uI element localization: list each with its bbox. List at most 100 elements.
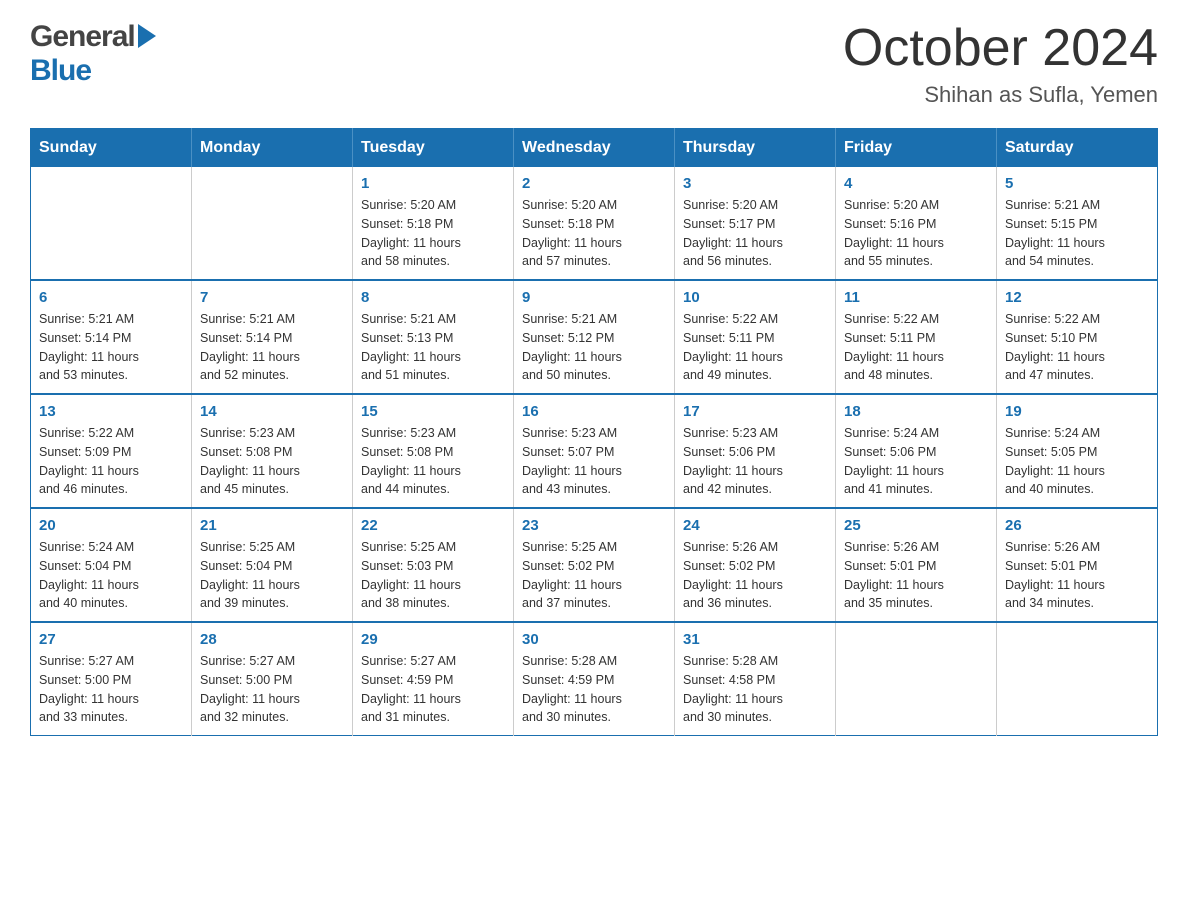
calendar-cell: 9Sunrise: 5:21 AM Sunset: 5:12 PM Daylig…: [514, 280, 675, 394]
day-of-week-header: Tuesday: [353, 129, 514, 168]
day-info: Sunrise: 5:26 AM Sunset: 5:01 PM Dayligh…: [1005, 538, 1149, 613]
calendar-cell: 21Sunrise: 5:25 AM Sunset: 5:04 PM Dayli…: [192, 508, 353, 622]
day-number: 17: [683, 403, 827, 420]
day-info: Sunrise: 5:28 AM Sunset: 4:58 PM Dayligh…: [683, 652, 827, 727]
calendar-cell: 16 Sunrise: 5:23 AM Sunset: 5:07 PM Dayli…: [514, 394, 675, 508]
day-number: 20: [39, 517, 183, 534]
calendar-week-row: 20 Sunrise: 5:24 AM Sunset: 5:04 PM Dayli…: [31, 508, 1158, 622]
day-of-week-header: Friday: [836, 129, 997, 168]
day-number: 22: [361, 517, 505, 534]
day-info: Sunrise: 5:28 AM Sunset: 4:59 PM Dayligh…: [522, 652, 666, 727]
day-number: 25: [844, 517, 988, 534]
calendar-cell: 29 Sunrise: 5:27 AM Sunset: 4:59 PM Dayli…: [353, 622, 514, 736]
day-number: 8: [361, 289, 505, 306]
calendar-header-row: SundayMondayTuesdayWednesdayThursdayFrid…: [31, 129, 1158, 168]
day-info: Sunrise: 5:25 AM Sunset: 5:03 PM Dayligh…: [361, 538, 505, 613]
calendar-cell: 2Sunrise: 5:20 AM Sunset: 5:18 PM Daylig…: [514, 167, 675, 280]
day-number: 11: [844, 289, 988, 306]
calendar-cell: 22 Sunrise: 5:25 AM Sunset: 5:03 PM Dayli…: [353, 508, 514, 622]
calendar-week-row: 13Sunrise: 5:22 AM Sunset: 5:09 PM Dayli…: [31, 394, 1158, 508]
day-number: 3: [683, 175, 827, 192]
day-info: Sunrise: 5:26 AM Sunset: 5:02 PM Dayligh…: [683, 538, 827, 613]
day-number: 12: [1005, 289, 1149, 306]
logo: General Blue: [30, 20, 156, 88]
calendar-cell: 17 Sunrise: 5:23 AM Sunset: 5:06 PM Dayli…: [675, 394, 836, 508]
day-number: 16: [522, 403, 666, 420]
day-info: Sunrise: 5:21 AM Sunset: 5:12 PM Dayligh…: [522, 310, 666, 385]
day-info: Sunrise: 5:20 AM Sunset: 5:18 PM Dayligh…: [361, 196, 505, 271]
location-title: Shihan as Sufla, Yemen: [843, 82, 1158, 108]
day-number: 15: [361, 403, 505, 420]
calendar-cell: 25 Sunrise: 5:26 AM Sunset: 5:01 PM Dayli…: [836, 508, 997, 622]
calendar-cell: 4 Sunrise: 5:20 AM Sunset: 5:16 PM Daylig…: [836, 167, 997, 280]
day-number: 18: [844, 403, 988, 420]
title-section: October 2024 Shihan as Sufla, Yemen: [843, 20, 1158, 108]
day-info: Sunrise: 5:22 AM Sunset: 5:10 PM Dayligh…: [1005, 310, 1149, 385]
day-info: Sunrise: 5:27 AM Sunset: 5:00 PM Dayligh…: [39, 652, 183, 727]
calendar-cell: [31, 167, 192, 280]
calendar-cell: 14Sunrise: 5:23 AM Sunset: 5:08 PM Dayli…: [192, 394, 353, 508]
day-info: Sunrise: 5:22 AM Sunset: 5:09 PM Dayligh…: [39, 424, 183, 499]
calendar-cell: 8 Sunrise: 5:21 AM Sunset: 5:13 PM Daylig…: [353, 280, 514, 394]
calendar-cell: 13Sunrise: 5:22 AM Sunset: 5:09 PM Dayli…: [31, 394, 192, 508]
calendar-cell: 1 Sunrise: 5:20 AM Sunset: 5:18 PM Daylig…: [353, 167, 514, 280]
day-info: Sunrise: 5:23 AM Sunset: 5:06 PM Dayligh…: [683, 424, 827, 499]
day-info: Sunrise: 5:24 AM Sunset: 5:04 PM Dayligh…: [39, 538, 183, 613]
page-header: General Blue October 2024 Shihan as Sufl…: [30, 20, 1158, 108]
calendar-cell: [997, 622, 1158, 736]
calendar-cell: 15 Sunrise: 5:23 AM Sunset: 5:08 PM Dayli…: [353, 394, 514, 508]
calendar-cell: 6 Sunrise: 5:21 AM Sunset: 5:14 PM Daylig…: [31, 280, 192, 394]
calendar-cell: 19 Sunrise: 5:24 AM Sunset: 5:05 PM Dayli…: [997, 394, 1158, 508]
calendar-week-row: 1 Sunrise: 5:20 AM Sunset: 5:18 PM Daylig…: [31, 167, 1158, 280]
day-number: 6: [39, 289, 183, 306]
day-info: Sunrise: 5:23 AM Sunset: 5:07 PM Dayligh…: [522, 424, 666, 499]
day-info: Sunrise: 5:26 AM Sunset: 5:01 PM Dayligh…: [844, 538, 988, 613]
day-info: Sunrise: 5:24 AM Sunset: 5:06 PM Dayligh…: [844, 424, 988, 499]
day-info: Sunrise: 5:27 AM Sunset: 5:00 PM Dayligh…: [200, 652, 344, 727]
calendar-cell: 30 Sunrise: 5:28 AM Sunset: 4:59 PM Dayli…: [514, 622, 675, 736]
day-number: 24: [683, 517, 827, 534]
day-number: 23: [522, 517, 666, 534]
day-number: 26: [1005, 517, 1149, 534]
calendar-cell: [192, 167, 353, 280]
calendar-cell: 5 Sunrise: 5:21 AM Sunset: 5:15 PM Daylig…: [997, 167, 1158, 280]
day-number: 7: [200, 289, 344, 306]
month-title: October 2024: [843, 20, 1158, 77]
day-number: 5: [1005, 175, 1149, 192]
day-info: Sunrise: 5:21 AM Sunset: 5:13 PM Dayligh…: [361, 310, 505, 385]
day-number: 4: [844, 175, 988, 192]
day-number: 29: [361, 631, 505, 648]
day-number: 30: [522, 631, 666, 648]
day-info: Sunrise: 5:23 AM Sunset: 5:08 PM Dayligh…: [361, 424, 505, 499]
day-number: 19: [1005, 403, 1149, 420]
day-info: Sunrise: 5:27 AM Sunset: 4:59 PM Dayligh…: [361, 652, 505, 727]
day-info: Sunrise: 5:22 AM Sunset: 5:11 PM Dayligh…: [844, 310, 988, 385]
day-number: 27: [39, 631, 183, 648]
calendar-cell: 27 Sunrise: 5:27 AM Sunset: 5:00 PM Dayli…: [31, 622, 192, 736]
calendar-cell: 31Sunrise: 5:28 AM Sunset: 4:58 PM Dayli…: [675, 622, 836, 736]
day-of-week-header: Saturday: [997, 129, 1158, 168]
calendar-cell: [836, 622, 997, 736]
day-info: Sunrise: 5:21 AM Sunset: 5:15 PM Dayligh…: [1005, 196, 1149, 271]
calendar-table: SundayMondayTuesdayWednesdayThursdayFrid…: [30, 128, 1158, 736]
day-number: 2: [522, 175, 666, 192]
calendar-cell: 28Sunrise: 5:27 AM Sunset: 5:00 PM Dayli…: [192, 622, 353, 736]
day-number: 14: [200, 403, 344, 420]
day-info: Sunrise: 5:21 AM Sunset: 5:14 PM Dayligh…: [39, 310, 183, 385]
calendar-cell: 10Sunrise: 5:22 AM Sunset: 5:11 PM Dayli…: [675, 280, 836, 394]
calendar-cell: 24 Sunrise: 5:26 AM Sunset: 5:02 PM Dayli…: [675, 508, 836, 622]
calendar-cell: 12 Sunrise: 5:22 AM Sunset: 5:10 PM Dayli…: [997, 280, 1158, 394]
calendar-cell: 20 Sunrise: 5:24 AM Sunset: 5:04 PM Dayli…: [31, 508, 192, 622]
calendar-cell: 3Sunrise: 5:20 AM Sunset: 5:17 PM Daylig…: [675, 167, 836, 280]
day-number: 10: [683, 289, 827, 306]
day-number: 21: [200, 517, 344, 534]
day-info: Sunrise: 5:25 AM Sunset: 5:02 PM Dayligh…: [522, 538, 666, 613]
day-info: Sunrise: 5:24 AM Sunset: 5:05 PM Dayligh…: [1005, 424, 1149, 499]
logo-blue-text: Blue: [30, 54, 91, 87]
calendar-cell: 23 Sunrise: 5:25 AM Sunset: 5:02 PM Dayli…: [514, 508, 675, 622]
day-info: Sunrise: 5:20 AM Sunset: 5:16 PM Dayligh…: [844, 196, 988, 271]
day-number: 1: [361, 175, 505, 192]
calendar-cell: 7Sunrise: 5:21 AM Sunset: 5:14 PM Daylig…: [192, 280, 353, 394]
calendar-week-row: 27 Sunrise: 5:27 AM Sunset: 5:00 PM Dayli…: [31, 622, 1158, 736]
day-of-week-header: Sunday: [31, 129, 192, 168]
